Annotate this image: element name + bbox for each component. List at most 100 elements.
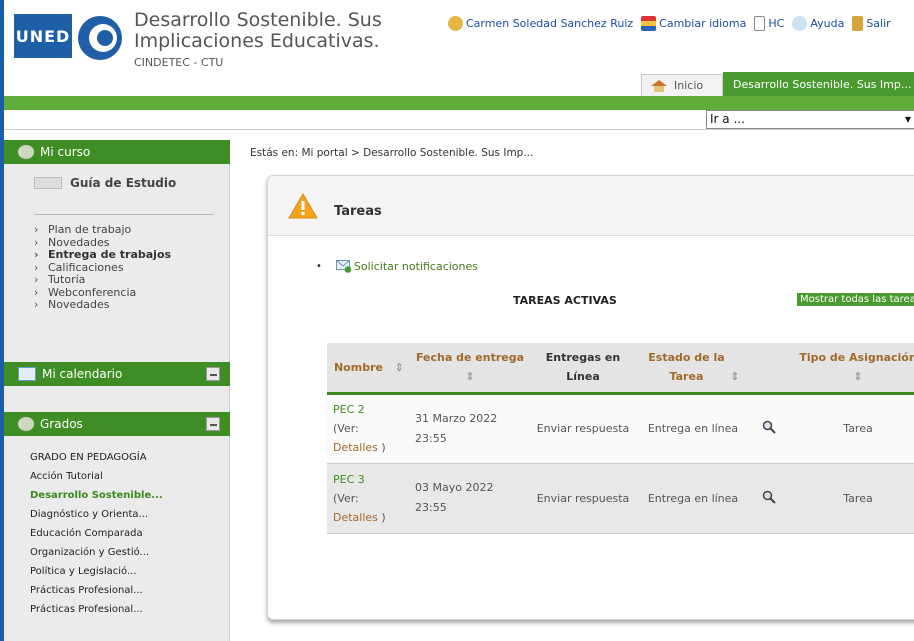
card-title: Tareas [334,204,382,219]
grado-link-active[interactable]: Desarrollo Sostenible... [30,486,163,505]
grado-link[interactable]: Acción Tutorial [30,467,163,486]
magnifier-icon[interactable] [762,490,776,504]
task-close: ) [381,441,386,454]
sidebar-item-label: Entrega de trabajos [48,248,172,261]
help-link[interactable]: Ayuda [792,16,844,31]
divider [4,129,914,130]
submit-answer-link[interactable]: Enviar respuesta [529,463,637,534]
minimize-icon[interactable] [206,417,220,431]
bullet: • [316,261,322,272]
show-all-tasks-button[interactable]: Mostrar todas las tareas [797,293,914,306]
sort-icon[interactable]: ⇕ [465,370,474,383]
col-nombre[interactable]: Nombre ⇕ [327,343,411,395]
grado-link[interactable]: Prácticas Profesional... [30,600,163,619]
panel-mi-curso[interactable]: Mi curso [4,140,230,164]
grado-link[interactable]: Prácticas Profesional... [30,581,163,600]
task-type: Tarea [789,463,914,534]
study-guide-link[interactable]: Guía de Estudio [34,176,176,190]
sort-icon[interactable]: ⇕ [853,370,862,383]
grado-link[interactable]: Organización y Gestió... [30,543,163,562]
tab-home[interactable]: Inicio [641,74,723,96]
task-state: Entrega en línea [637,393,749,464]
col-fecha[interactable]: Fecha de entrega ⇕ [411,343,529,395]
grados-icon [18,417,34,431]
panel-mi-calendario-label: Mi calendario [42,367,123,381]
task-time: 23:55 [415,501,447,514]
task-details-link[interactable]: Detalles [333,511,378,524]
tab-home-label: Inicio [674,79,704,92]
search-icon-cell[interactable] [749,393,789,464]
col-tipo-label: Tipo de Asignación [799,351,914,365]
col-fecha-label: Fecha de entrega [415,351,525,365]
col-blank [749,343,789,395]
sort-icon[interactable]: ⇕ [395,361,404,374]
mail-icon [335,260,352,273]
sidebar-item-label: Webconferencia [48,285,137,299]
task-link[interactable]: PEC 2 [333,403,365,416]
hc-link[interactable]: HC [754,16,784,31]
table-row: PEC 3 (Ver: Detalles ) 03 Mayo 2022 23:5… [327,463,914,534]
minimize-icon[interactable] [206,367,220,381]
study-guide-label: Guía de Estudio [70,176,177,190]
course-icon [18,145,34,159]
grados-header: GRADO EN PEDAGOGÍA [30,452,147,463]
help-label: Ayuda [810,17,845,30]
notifications-row: • Solicitar notificaciones [316,260,478,273]
change-language-label: Cambiar idioma [659,17,747,30]
chevron-right-icon: › [34,248,39,261]
active-tasks-title: TAREAS ACTIVAS [513,294,617,307]
task-name-cell: PEC 3 (Ver: Detalles ) [327,463,411,534]
page: UNED Desarrollo Sostenible. Sus Implicac… [0,0,914,641]
grado-link[interactable]: Educación Comparada [30,524,163,543]
panel-grados[interactable]: Grados [4,412,230,436]
search-icon-cell[interactable] [749,463,789,534]
tab-course-label: Desarrollo Sostenible. Sus Imp... [733,77,912,91]
calendar-icon [18,367,36,381]
col-estado-label: Estado de la Tarea [648,351,725,384]
grado-link[interactable]: Política y Legislació... [30,562,163,581]
sidebar-item-label: Novedades [48,298,110,311]
tab-course[interactable]: Desarrollo Sostenible. Sus Imp... [723,72,914,96]
tasks-card: Tareas • Solicitar notificaciones TAREAS… [267,175,914,620]
home-icon [651,79,667,92]
sort-icon[interactable]: ⇕ [730,370,739,383]
sidebar-item-novedades-2[interactable]: › Novedades [34,298,171,312]
uned-logo[interactable]: UNED [14,14,72,58]
col-tipo[interactable]: Tipo de Asignación ⇕ [789,343,914,395]
task-state: Entrega en línea [637,463,749,534]
grado-link[interactable]: Diagnóstico y Orienta... [30,505,163,524]
col-entregas-label: Entregas en Línea [545,351,621,384]
task-date: 03 Mayo 2022 [415,481,494,494]
panel-grados-label: Grados [40,417,83,431]
task-time: 23:55 [415,431,447,445]
logout-link[interactable]: Salir [852,16,891,31]
task-type: Tarea [789,393,914,464]
sidebar-item-label: Calificaciones [48,260,124,274]
submit-answer-link[interactable]: Enviar respuesta [529,393,637,464]
users-icon [448,16,463,31]
change-language-link[interactable]: Cambiar idioma [641,16,746,31]
task-name-cell: PEC 2 (Ver: Detalles ) [327,393,411,464]
task-date: 31 Marzo 2022 [415,411,498,425]
task-details-link[interactable]: Detalles [333,441,378,454]
magnifier-icon[interactable] [762,420,776,434]
panel-mi-calendario[interactable]: Mi calendario [4,362,230,386]
door-icon [852,16,864,31]
task-ver: (Ver: [333,491,359,505]
task-date-cell: 03 Mayo 2022 23:55 [411,463,529,534]
col-estado[interactable]: Estado de la Tarea ⇕ [637,343,749,395]
goto-select[interactable]: Ir a ... ▾ [706,110,914,129]
grados-list: GRADO EN PEDAGOGÍA Acción Tutorial Desar… [30,448,163,619]
site-title[interactable]: Desarrollo Sostenible. Sus Implicaciones… [134,10,424,52]
sidebar-item-label: Plan de trabajo [48,223,132,236]
card-header: Tareas [268,176,914,236]
task-date-cell: 31 Marzo 2022 23:55 [411,393,529,464]
task-link[interactable]: PEC 3 [333,473,365,486]
user-link[interactable]: Carmen Soledad Sanchez Ruiz [448,16,633,31]
user-links: Carmen Soledad Sanchez Ruiz Cambiar idio… [448,16,899,31]
user-name: Carmen Soledad Sanchez Ruiz [466,17,634,30]
site-subtitle: CINDETEC - CTU [134,56,224,69]
chevron-right-icon: › [34,273,39,286]
request-notifications-link[interactable]: Solicitar notificaciones [354,260,478,273]
guide-icon [34,177,62,189]
